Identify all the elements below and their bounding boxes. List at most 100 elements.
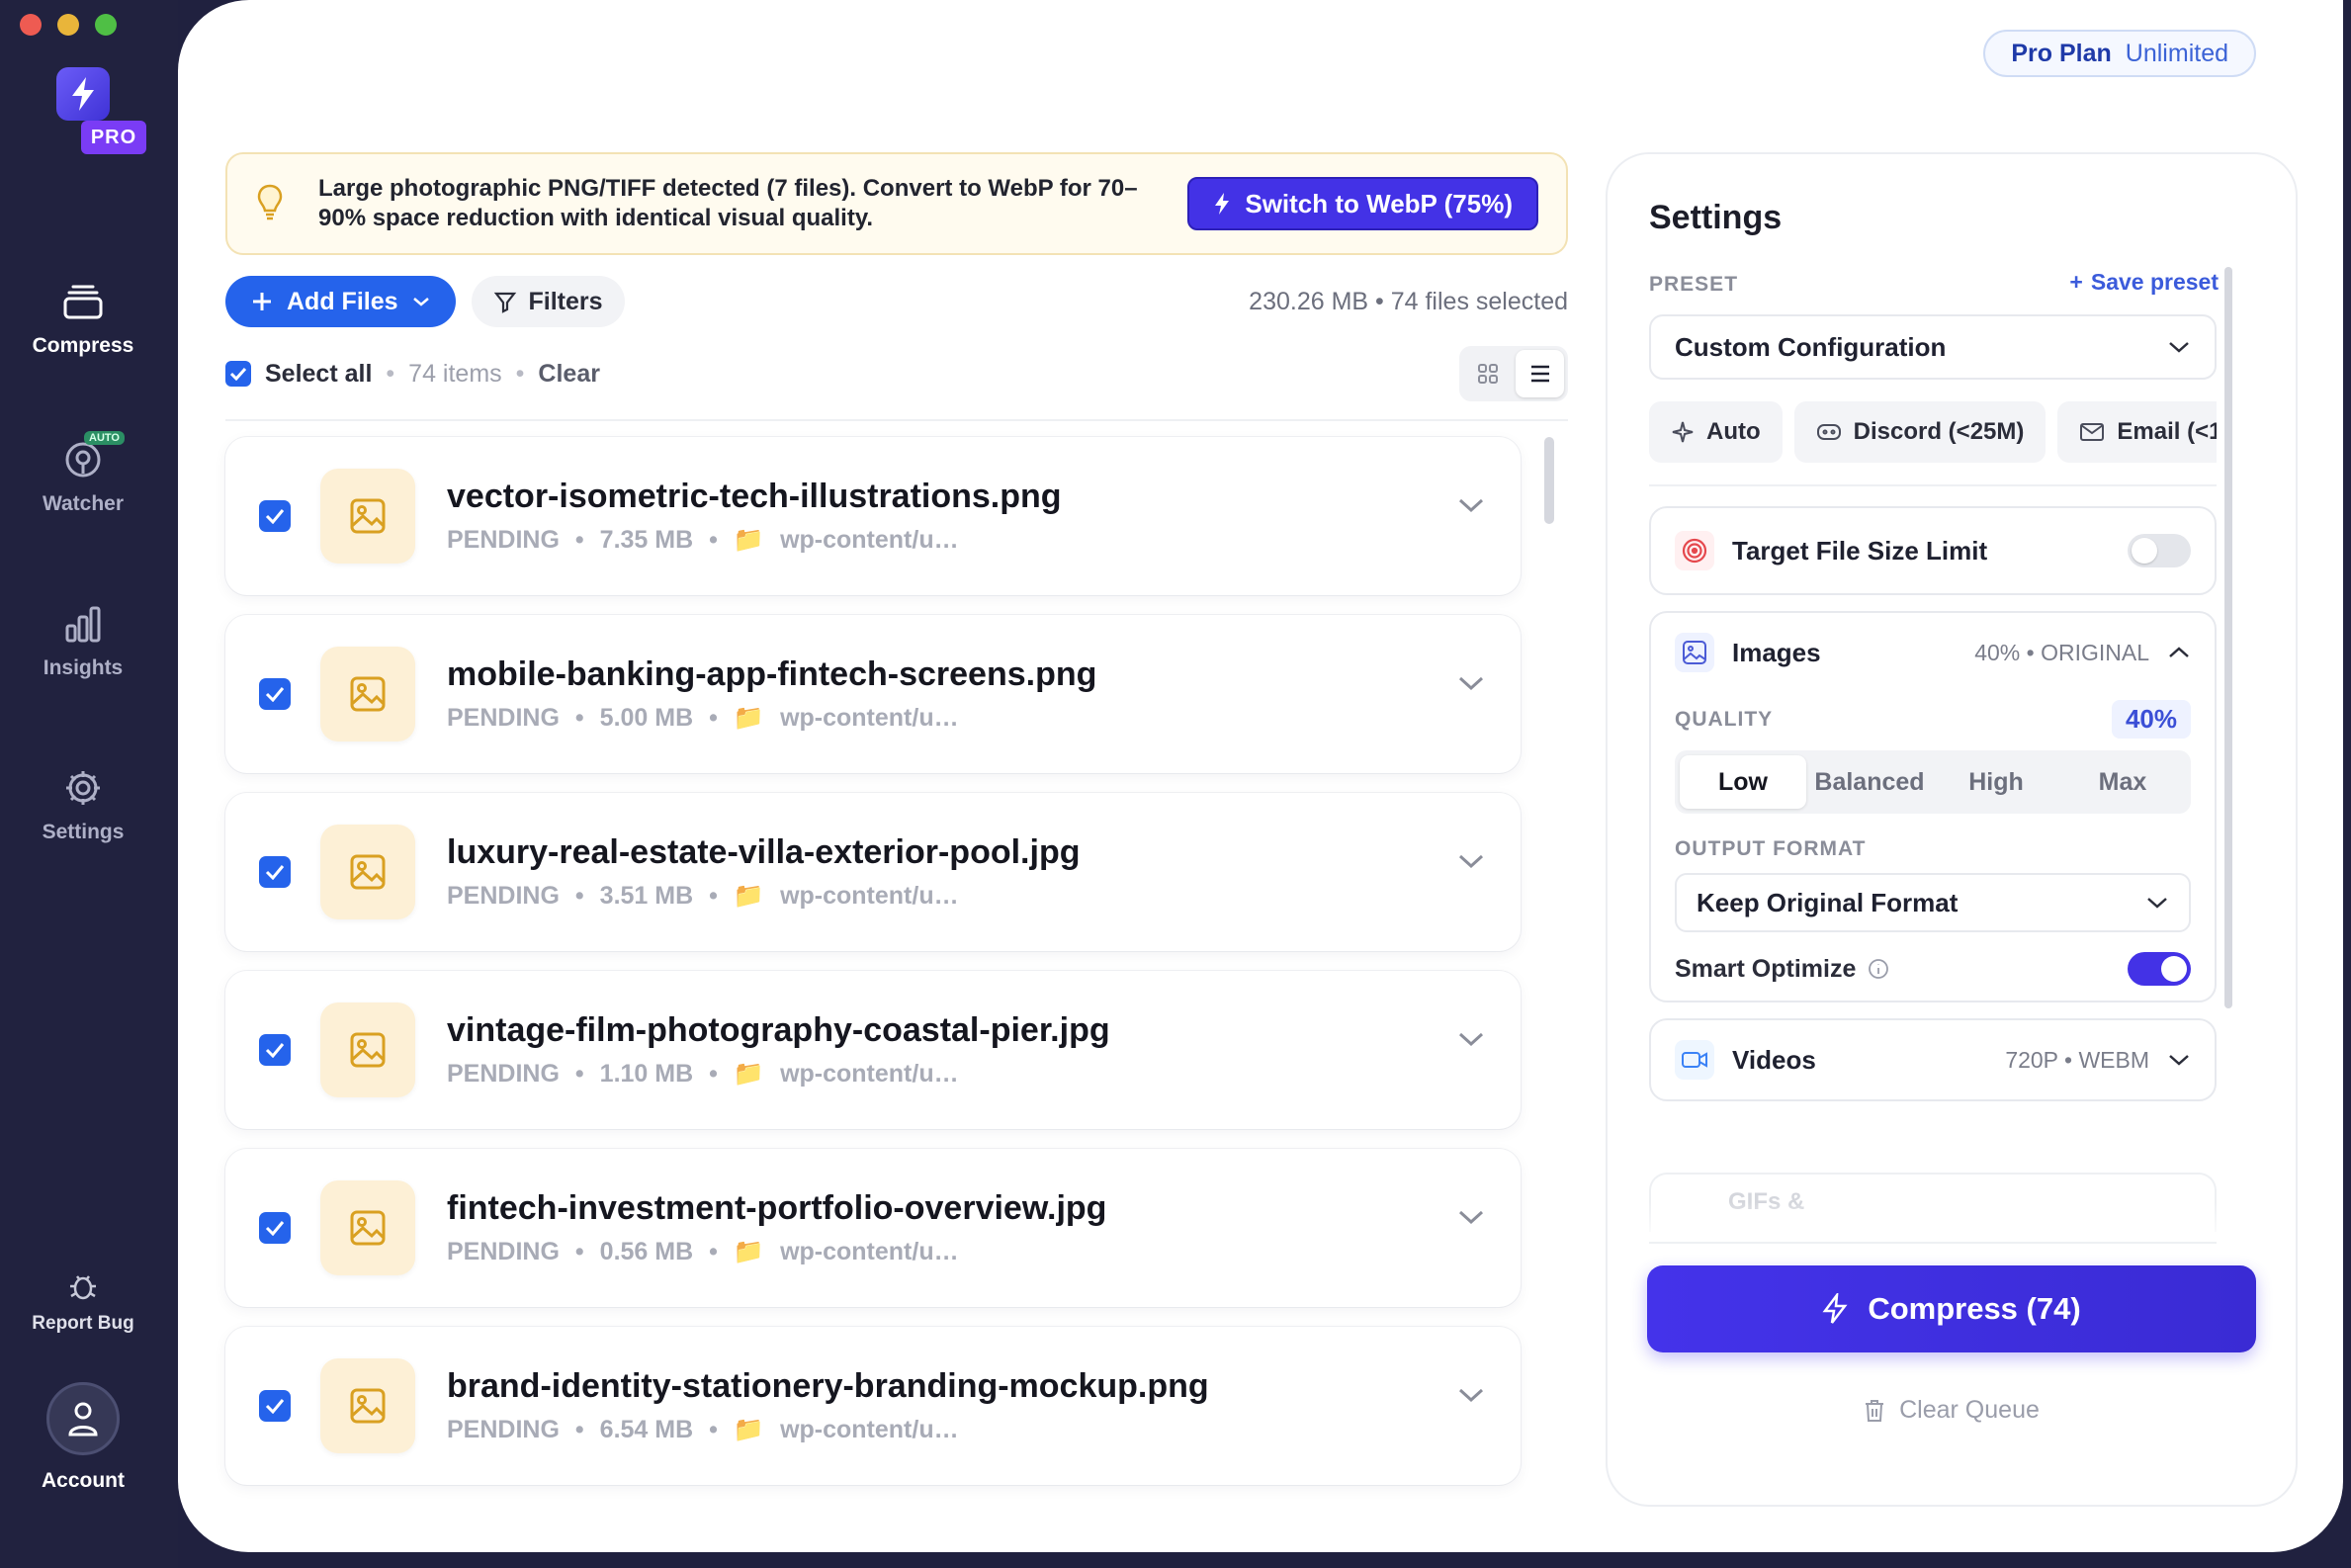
file-row[interactable]: brand-identity-stationery-branding-mocku… xyxy=(225,1327,1521,1485)
switch-to-webp-label: Switch to WebP (75%) xyxy=(1245,188,1513,218)
videos-card[interactable]: Videos 720P • WEBM xyxy=(1649,1018,2217,1101)
plan-name: Pro Plan xyxy=(2011,39,2112,67)
check-icon xyxy=(265,687,285,702)
file-list-scrollbar[interactable] xyxy=(1544,437,1554,524)
select-all-label[interactable]: Select all xyxy=(265,360,372,389)
preset-select[interactable]: Custom Configuration xyxy=(1649,314,2217,380)
quality-option-balanced[interactable]: Balanced xyxy=(1806,755,1933,809)
output-format-value: Keep Original Format xyxy=(1697,887,1959,917)
file-checkbox[interactable] xyxy=(259,500,291,532)
compress-button[interactable]: Compress (74) xyxy=(1647,1265,2256,1352)
video-icon xyxy=(1675,1040,1714,1080)
preset-chip-email[interactable]: Email (<10 xyxy=(2057,401,2217,463)
account-button[interactable]: Account xyxy=(0,1382,166,1493)
quality-option-high[interactable]: High xyxy=(1933,755,2059,809)
chevron-down-icon[interactable] xyxy=(1457,852,1485,870)
clear-queue-button[interactable]: Clear Queue xyxy=(1647,1396,2256,1425)
list-view-button[interactable] xyxy=(1516,350,1564,397)
nav-insights[interactable]: Insights xyxy=(0,601,166,680)
selection-summary: 230.26 MB • 74 files selected xyxy=(1249,287,1568,315)
file-row[interactable]: mobile-banking-app-fintech-screens.png P… xyxy=(225,615,1521,773)
file-checkbox[interactable] xyxy=(259,856,291,888)
chevron-down-icon[interactable] xyxy=(1457,1386,1485,1404)
auto-tag: AUTO xyxy=(84,431,125,445)
grid-view-button[interactable] xyxy=(1463,350,1512,397)
smart-optimize-label: Smart Optimize xyxy=(1675,954,1857,983)
quality-option-max[interactable]: Max xyxy=(2059,755,2186,809)
smart-optimize-toggle[interactable] xyxy=(2128,952,2191,986)
file-row[interactable]: luxury-real-estate-villa-exterior-pool.j… xyxy=(225,793,1521,951)
target-size-toggle[interactable] xyxy=(2128,534,2191,567)
settings-title: Settings xyxy=(1649,199,1783,236)
filters-label: Filters xyxy=(528,287,603,315)
preset-chip-auto[interactable]: Auto xyxy=(1649,401,1783,463)
target-size-card: Target File Size Limit xyxy=(1649,506,2217,595)
bolt-icon xyxy=(1215,193,1230,215)
file-row[interactable]: vector-isometric-tech-illustrations.png … xyxy=(225,437,1521,595)
save-preset-button[interactable]: + Save preset xyxy=(2069,269,2219,296)
images-card-header[interactable]: Images 40% • ORIGINAL xyxy=(1651,613,2215,692)
switch-to-webp-button[interactable]: Switch to WebP (75%) xyxy=(1187,177,1538,230)
sparkle-icon xyxy=(1672,421,1694,443)
nav-settings[interactable]: Settings xyxy=(0,765,166,844)
folder-icon: 📁 xyxy=(733,1416,765,1443)
nav-watcher-label: Watcher xyxy=(42,492,125,515)
folder-icon: 📁 xyxy=(733,526,765,554)
chevron-down-icon xyxy=(2169,1055,2189,1066)
file-name: fintech-investment-portfolio-overview.jp… xyxy=(447,1189,1107,1227)
select-all-checkbox[interactable] xyxy=(225,361,251,387)
file-status: PENDING xyxy=(447,882,560,910)
videos-title: Videos xyxy=(1732,1044,1816,1075)
chevron-down-icon[interactable] xyxy=(1457,496,1485,514)
output-format-label: OUTPUT FORMAT xyxy=(1675,837,1867,860)
nav-watcher[interactable]: AUTO Watcher xyxy=(0,431,166,516)
file-status: PENDING xyxy=(447,704,560,732)
output-format-select[interactable]: Keep Original Format xyxy=(1675,873,2191,932)
check-icon xyxy=(229,367,247,381)
preset-value: Custom Configuration xyxy=(1675,331,1947,362)
file-checkbox[interactable] xyxy=(259,1212,291,1244)
minimize-window-button[interactable] xyxy=(57,14,79,36)
folder-icon: 📁 xyxy=(733,1060,765,1088)
chevron-down-icon[interactable] xyxy=(1457,1208,1485,1226)
close-window-button[interactable] xyxy=(20,14,42,36)
filters-button[interactable]: Filters xyxy=(471,276,625,327)
file-toolbar: Add Files Filters 230.26 MB • 74 files s… xyxy=(225,276,1568,327)
file-checkbox[interactable] xyxy=(259,1390,291,1422)
file-checkbox[interactable] xyxy=(259,678,291,710)
file-name: vector-isometric-tech-illustrations.png xyxy=(447,478,1062,515)
bug-icon xyxy=(60,1267,106,1303)
chevron-down-icon[interactable] xyxy=(1457,1030,1485,1048)
view-toggle xyxy=(1459,346,1568,401)
report-bug-button[interactable]: Report Bug xyxy=(0,1267,166,1335)
file-row[interactable]: vintage-film-photography-coastal-pier.jp… xyxy=(225,971,1521,1129)
chip-label: Email (<10 xyxy=(2117,418,2217,445)
maximize-window-button[interactable] xyxy=(95,14,117,36)
file-status: PENDING xyxy=(447,1060,560,1088)
preset-chips: Auto Discord (<25M) Email (<10 xyxy=(1649,401,2217,463)
file-row[interactable]: fintech-investment-portfolio-overview.jp… xyxy=(225,1149,1521,1307)
add-files-button[interactable]: Add Files xyxy=(225,276,456,327)
file-checkbox[interactable] xyxy=(259,1034,291,1066)
nav-compress[interactable]: Compress xyxy=(0,279,166,358)
file-size: 1.10 MB xyxy=(599,1060,694,1088)
file-name: brand-identity-stationery-branding-mocku… xyxy=(447,1367,1209,1405)
chevron-down-icon[interactable] xyxy=(1457,674,1485,692)
quality-option-low[interactable]: Low xyxy=(1680,755,1806,809)
file-path: wp-content/u… xyxy=(780,882,959,910)
preset-chip-discord[interactable]: Discord (<25M) xyxy=(1793,401,2046,463)
lightbulb-icon xyxy=(255,184,285,223)
bolt-icon xyxy=(1822,1293,1848,1324)
clear-selection-button[interactable]: Clear xyxy=(538,360,600,389)
list-icon xyxy=(1530,365,1549,383)
quality-segmented-control: Low Balanced High Max xyxy=(1675,750,2191,814)
info-icon[interactable] xyxy=(1868,958,1889,980)
image-icon xyxy=(1675,633,1714,672)
file-path: wp-content/u… xyxy=(780,1060,959,1088)
plus-icon: + xyxy=(2069,269,2083,295)
images-card: Images 40% • ORIGINAL QUALITY 40% Low Ba… xyxy=(1649,611,2217,1002)
save-preset-label: Save preset xyxy=(2090,269,2219,295)
preset-label: PRESET xyxy=(1649,273,1739,296)
settings-scrollbar[interactable] xyxy=(2224,267,2232,1008)
plan-badge[interactable]: Pro Plan Unlimited xyxy=(1983,30,2256,77)
